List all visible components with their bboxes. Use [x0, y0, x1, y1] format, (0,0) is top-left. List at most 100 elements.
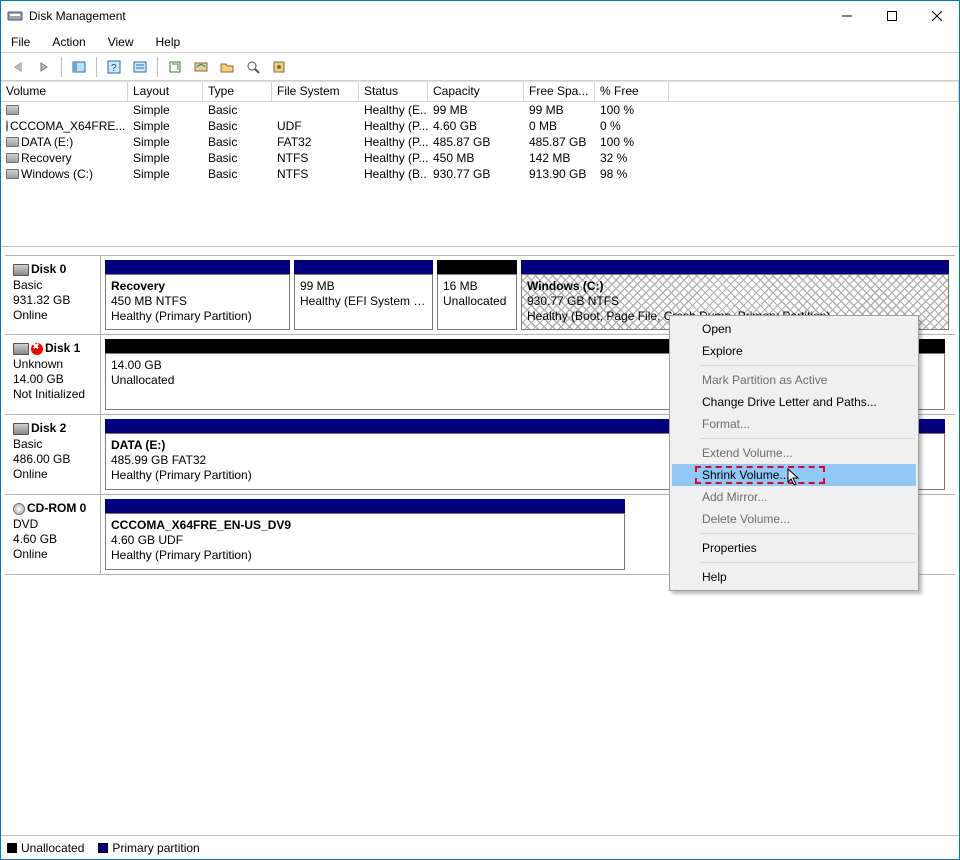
volume-layout: Simple — [128, 167, 203, 181]
column-capacity[interactable]: Capacity — [428, 82, 524, 102]
disk-info[interactable]: Disk 1Unknown14.00 GBNot Initialized — [5, 335, 101, 414]
partition[interactable]: 99 MBHealthy (EFI System Partition) — [294, 274, 433, 330]
volume-list-body: SimpleBasicHealthy (E...99 MB99 MB100 %C… — [1, 102, 959, 182]
menu-file[interactable]: File — [7, 33, 34, 51]
volume-row[interactable]: SimpleBasicHealthy (E...99 MB99 MB100 % — [1, 102, 959, 118]
volume-icon — [6, 137, 19, 147]
volume-row[interactable]: DATA (E:)SimpleBasicFAT32Healthy (P...48… — [1, 134, 959, 150]
settings-button[interactable] — [129, 56, 151, 78]
show-hide-console-tree-button[interactable] — [68, 56, 90, 78]
toolbar-separator — [96, 57, 97, 77]
context-menu-separator — [700, 365, 915, 366]
disk-info[interactable]: CD-ROM 0DVD4.60 GBOnline — [5, 495, 101, 574]
column-filesystem[interactable]: File System — [272, 82, 359, 102]
partition-status: Unallocated — [443, 294, 511, 309]
volume-pct: 0 % — [595, 119, 669, 133]
back-button[interactable] — [7, 56, 29, 78]
context-menu-item: Extend Volume... — [672, 442, 916, 464]
legend: Unallocated Primary partition — [1, 835, 959, 859]
volume-free: 485.87 GB — [524, 135, 595, 149]
partition[interactable]: CCCOMA_X64FRE_EN-US_DV94.60 GB UDFHealth… — [105, 513, 625, 570]
disk-info-line: Not Initialized — [13, 387, 96, 402]
partition-context-menu: OpenExploreMark Partition as ActiveChang… — [669, 315, 919, 591]
partition-title: Windows (C:) — [527, 279, 943, 294]
window-title: Disk Management — [29, 9, 824, 23]
partition-title: Recovery — [111, 279, 284, 294]
volume-type: Basic — [203, 151, 272, 165]
column-status[interactable]: Status — [359, 82, 428, 102]
volume-capacity: 930.77 GB — [428, 167, 524, 181]
volume-free: 0 MB — [524, 119, 595, 133]
menu-bar: File Action View Help — [1, 31, 959, 53]
partition-size: 930.77 GB NTFS — [527, 294, 943, 309]
partition-stripe — [105, 499, 625, 513]
partition-stripe — [521, 260, 949, 274]
disk-info-line: Online — [13, 547, 96, 562]
volume-fs: FAT32 — [272, 135, 359, 149]
context-menu-item[interactable]: Explore — [672, 340, 916, 362]
disk-management-window: Disk Management File Action View Help ? … — [0, 0, 960, 860]
disk-info-line: Online — [13, 467, 96, 482]
volume-status: Healthy (E... — [359, 103, 428, 117]
disk-info-line: Basic — [13, 437, 96, 452]
partition[interactable]: 16 MBUnallocated — [437, 274, 517, 330]
volume-row[interactable]: Windows (C:)SimpleBasicNTFSHealthy (B...… — [1, 166, 959, 182]
app-icon — [7, 8, 23, 24]
context-menu-item[interactable]: Properties — [672, 537, 916, 559]
help-button[interactable]: ? — [103, 56, 125, 78]
minimize-button[interactable] — [824, 1, 869, 31]
volume-capacity: 99 MB — [428, 103, 524, 117]
volume-status: Healthy (P... — [359, 119, 428, 133]
column-layout[interactable]: Layout — [128, 82, 203, 102]
disk-info[interactable]: Disk 2Basic486.00 GBOnline — [5, 415, 101, 494]
refresh-button[interactable] — [164, 56, 186, 78]
properties-button[interactable] — [268, 56, 290, 78]
volume-type: Basic — [203, 103, 272, 117]
find-button[interactable] — [242, 56, 264, 78]
volume-layout: Simple — [128, 151, 203, 165]
volume-layout: Simple — [128, 119, 203, 133]
warning-icon — [31, 343, 43, 355]
context-menu-item[interactable]: Shrink Volume... — [672, 464, 916, 486]
context-menu-separator — [700, 562, 915, 563]
legend-unallocated: Unallocated — [7, 841, 84, 855]
disk-info-line: 4.60 GB — [13, 532, 96, 547]
disk-icon — [13, 264, 29, 276]
disk-info[interactable]: Disk 0Basic931.32 GBOnline — [5, 256, 101, 334]
legend-label: Primary partition — [112, 841, 199, 855]
context-menu-item[interactable]: Open — [672, 318, 916, 340]
partition-status: Healthy (Primary Partition) — [111, 548, 619, 563]
volume-row[interactable]: RecoverySimpleBasicNTFSHealthy (P...450 … — [1, 150, 959, 166]
menu-action[interactable]: Action — [48, 33, 89, 51]
column-volume[interactable]: Volume — [1, 82, 128, 102]
volume-icon — [6, 153, 19, 163]
rescan-disks-button[interactable] — [190, 56, 212, 78]
swatch-icon — [98, 843, 108, 853]
column-type[interactable]: Type — [203, 82, 272, 102]
column-pct-free[interactable]: % Free — [595, 82, 669, 102]
volume-free: 142 MB — [524, 151, 595, 165]
partition-size: 450 MB NTFS — [111, 294, 284, 309]
partition-status: Healthy (Primary Partition) — [111, 309, 284, 324]
column-free-space[interactable]: Free Spa... — [524, 82, 595, 102]
volume-row[interactable]: CCCOMA_X64FRE...SimpleBasicUDFHealthy (P… — [1, 118, 959, 134]
menu-view[interactable]: View — [104, 33, 138, 51]
partition[interactable]: Recovery450 MB NTFSHealthy (Primary Part… — [105, 274, 290, 330]
maximize-button[interactable] — [869, 1, 914, 31]
volume-layout: Simple — [128, 103, 203, 117]
cd-icon — [6, 120, 8, 132]
context-menu-item[interactable]: Help — [672, 566, 916, 588]
volume-fs: NTFS — [272, 167, 359, 181]
close-button[interactable] — [914, 1, 959, 31]
disk-info-line: 931.32 GB — [13, 293, 96, 308]
toolbar: ? — [1, 53, 959, 81]
volume-type: Basic — [203, 135, 272, 149]
volume-fs: UDF — [272, 119, 359, 133]
menu-help[interactable]: Help — [152, 33, 185, 51]
disk-info-line: Basic — [13, 278, 96, 293]
disk-id: Disk 1 — [45, 341, 80, 356]
forward-button[interactable] — [33, 56, 55, 78]
context-menu-item[interactable]: Change Drive Letter and Paths... — [672, 391, 916, 413]
volume-capacity: 485.87 GB — [428, 135, 524, 149]
open-button[interactable] — [216, 56, 238, 78]
